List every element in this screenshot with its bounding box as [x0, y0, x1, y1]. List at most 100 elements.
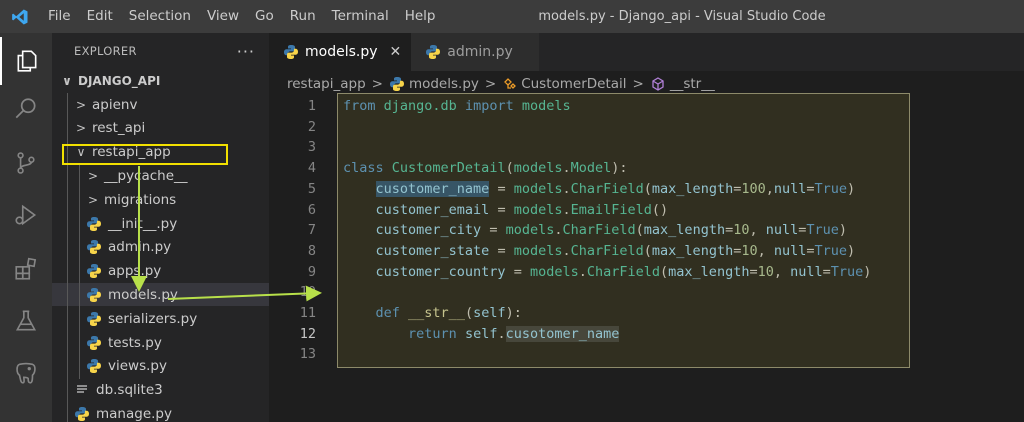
menu-file[interactable]: File	[40, 0, 79, 33]
python-file-icon	[86, 239, 102, 255]
python-file-icon	[86, 358, 102, 374]
chevron-right-icon: >	[75, 121, 87, 136]
tab-label: admin.py	[447, 44, 513, 60]
tree-item-label: admin.py	[108, 239, 172, 256]
line-number: 12	[299, 325, 316, 342]
tree-item-label: apienv	[92, 96, 138, 113]
tree-item-pycache[interactable]: > __pycache__	[52, 164, 269, 187]
indent-guide	[67, 93, 68, 422]
python-file-icon	[86, 263, 102, 279]
python-file-icon	[86, 216, 102, 232]
python-file-icon	[74, 406, 90, 422]
chevron-right-icon: >	[75, 97, 87, 112]
line-number: 7	[307, 222, 316, 239]
chevron-right-icon: >	[87, 168, 99, 183]
menu-view[interactable]: View	[199, 0, 247, 33]
database-elephant-icon[interactable]	[0, 349, 52, 397]
tree-item-tests-py[interactable]: tests.py	[52, 331, 269, 354]
explorer-icon[interactable]	[0, 37, 52, 85]
database-file-icon	[74, 382, 90, 398]
tree-root[interactable]: ∨ DJANGO_API	[52, 69, 269, 92]
tree-item-db-sqlite3[interactable]: db.sqlite3	[52, 379, 269, 402]
tree-item-views-py[interactable]: views.py	[52, 355, 269, 378]
python-file-icon	[389, 76, 405, 92]
python-file-icon	[86, 311, 102, 327]
explorer-header: EXPLORER ···	[52, 33, 269, 69]
line-number: 5	[307, 180, 316, 197]
breadcrumb-separator: >	[632, 75, 644, 92]
explorer-sidebar: EXPLORER ··· ∨ DJANGO_API > apienv > rest_a…	[52, 33, 269, 422]
menu-selection[interactable]: Selection	[121, 0, 199, 33]
chevron-down-icon: ∨	[62, 73, 72, 88]
python-file-icon	[283, 44, 299, 60]
menu-run[interactable]: Run	[282, 0, 324, 33]
activity-bar	[0, 33, 52, 422]
tree-item-admin-py[interactable]: admin.py	[52, 236, 269, 259]
line-number: 4	[307, 160, 316, 177]
tree-item-rest-api[interactable]: > rest_api	[52, 117, 269, 140]
python-file-icon	[86, 287, 102, 303]
code-highlight-overlay	[337, 93, 910, 368]
menu-go[interactable]: Go	[247, 0, 282, 33]
chevron-right-icon: >	[87, 192, 99, 207]
tree-item-label: apps.py	[108, 263, 162, 280]
tree-item-label: serializers.py	[108, 310, 198, 327]
tree-item-label: __pycache__	[104, 167, 188, 184]
source-control-icon[interactable]	[0, 139, 52, 187]
tree-item-label: rest_api	[92, 120, 146, 137]
breadcrumb-file[interactable]: models.py	[409, 76, 479, 92]
breadcrumb-class[interactable]: CustomerDetail	[521, 76, 626, 92]
testing-flask-icon[interactable]	[0, 297, 52, 345]
tree-item-label: manage.py	[96, 405, 172, 422]
tree-item-label: tests.py	[108, 334, 162, 351]
title-bar: File Edit Selection View Go Run Terminal Help m…	[0, 0, 1024, 33]
tree-item-label: __init__.py	[108, 215, 178, 232]
method-symbol-icon	[650, 76, 666, 92]
run-debug-icon[interactable]	[0, 191, 52, 239]
line-number: 9	[307, 263, 316, 280]
tree-item-label: migrations	[104, 191, 177, 208]
line-number: 6	[307, 201, 316, 218]
line-number: 8	[307, 242, 316, 259]
extensions-icon[interactable]	[0, 245, 52, 293]
tree-item-label: views.py	[108, 358, 167, 375]
indent-guide	[79, 165, 80, 379]
python-file-icon	[86, 335, 102, 351]
tree-item-label: db.sqlite3	[96, 382, 163, 399]
line-number: 13	[299, 346, 316, 363]
line-number: 1	[307, 98, 316, 114]
tab-label: models.py	[305, 44, 378, 60]
close-icon[interactable]: ✕	[390, 44, 402, 60]
breadcrumb-separator: >	[371, 75, 383, 92]
line-number: 10	[299, 284, 316, 301]
menu-edit[interactable]: Edit	[79, 0, 121, 33]
menu-bar: File Edit Selection View Go Run Terminal Help	[40, 0, 443, 33]
tree-item-label: models.py	[108, 286, 178, 303]
editor-tabs: models.py ✕ admin.py	[269, 33, 1024, 71]
breadcrumb-folder[interactable]: restapi_app	[287, 76, 366, 92]
breadcrumb-method[interactable]: __str__	[670, 76, 715, 92]
search-icon[interactable]	[0, 85, 52, 133]
line-number: 3	[307, 139, 316, 156]
tree-item-manage-py[interactable]: manage.py	[52, 402, 269, 422]
menu-terminal[interactable]: Terminal	[324, 0, 397, 33]
breadcrumb-separator: >	[484, 75, 497, 92]
tree-item-apienv[interactable]: > apienv	[52, 93, 269, 116]
tree-root-label: DJANGO_API	[78, 73, 161, 88]
class-symbol-icon	[502, 76, 518, 92]
tree-item-apps-py[interactable]: apps.py	[52, 260, 269, 283]
more-actions-icon[interactable]: ···	[237, 42, 255, 61]
line-number: 11	[299, 305, 316, 321]
tree-item-init-py[interactable]: __init__.py	[52, 212, 269, 235]
tree-item-models-py[interactable]: models.py	[52, 283, 269, 307]
tree-item-migrations[interactable]: > migrations	[52, 188, 269, 211]
python-file-icon	[425, 44, 441, 60]
tab-models-py[interactable]: models.py ✕	[269, 33, 412, 71]
tree-item-serializers-py[interactable]: serializers.py	[52, 307, 269, 330]
line-number: 2	[307, 118, 316, 135]
annotation-box	[62, 144, 228, 165]
menu-help[interactable]: Help	[397, 0, 444, 33]
vscode-logo-icon[interactable]	[0, 0, 40, 33]
explorer-title: EXPLORER	[74, 44, 137, 58]
tab-admin-py[interactable]: admin.py	[411, 33, 539, 71]
